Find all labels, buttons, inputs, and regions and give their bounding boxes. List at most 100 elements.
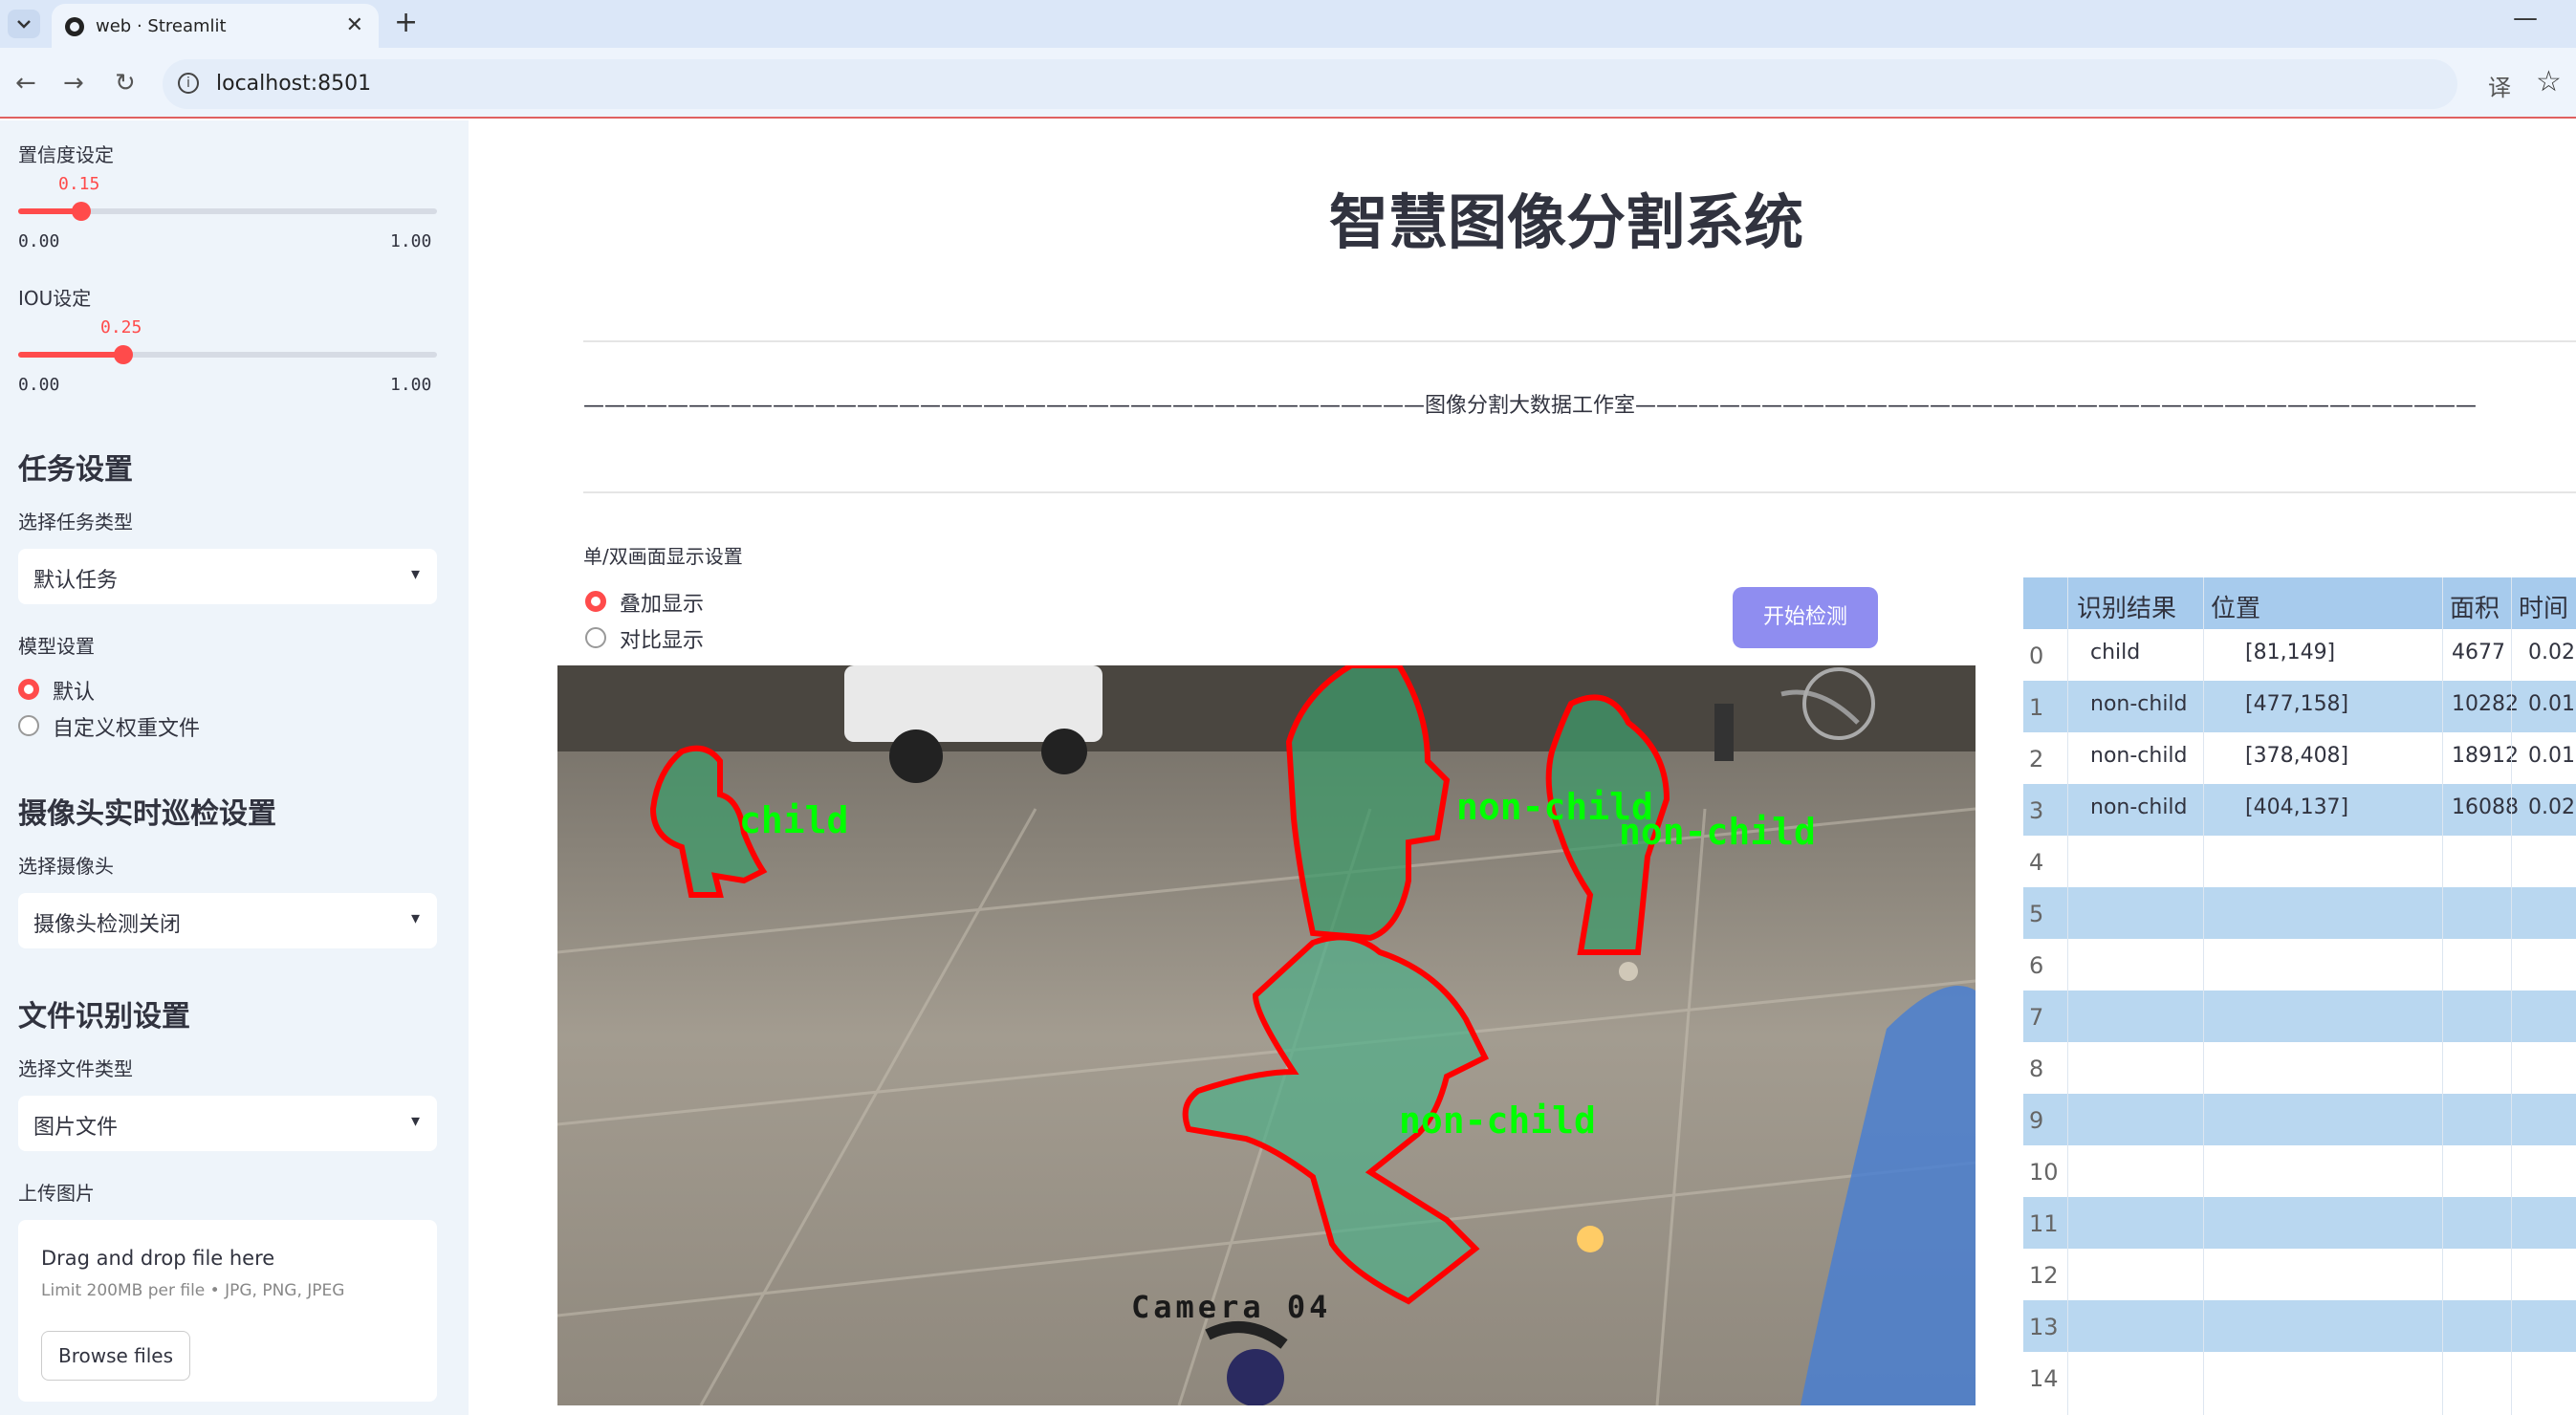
iou-slider-thumb[interactable] (114, 345, 133, 364)
row-index: 4 (2029, 849, 2044, 876)
divider (583, 491, 2576, 493)
cell-area: 10282 (2452, 692, 2519, 716)
minimize-window-icon[interactable]: — (2513, 4, 2538, 33)
upload-label: 上传图片 (18, 1182, 95, 1205)
row-index: 1 (2029, 694, 2044, 721)
chevron-down-icon: ▾ (410, 1111, 420, 1131)
camera-select[interactable]: 摄像头检测关闭 ▾ (18, 893, 437, 948)
table-row[interactable]: 11 (2023, 1197, 2576, 1249)
table-row[interactable]: 4 (2023, 836, 2576, 887)
column-divider (2203, 577, 2204, 1415)
table-row[interactable]: 10 (2023, 1145, 2576, 1197)
detection-label-2: non-child (1619, 811, 1816, 853)
table-row[interactable]: 3 non-child [404,137] 16088 0.02 (2023, 784, 2576, 836)
row-index: 3 (2029, 797, 2044, 824)
row-index: 5 (2029, 901, 2044, 927)
tab-close-icon[interactable]: ✕ (346, 13, 363, 37)
reload-icon[interactable]: ↻ (115, 69, 136, 98)
url-text[interactable]: localhost:8501 (216, 72, 371, 96)
browser-tab[interactable]: web · Streamlit ✕ (52, 4, 379, 48)
model-radio-label: 默认 (53, 681, 96, 705)
table-header-row: 识别结果 位置 面积 时间 (2023, 577, 2576, 629)
results-table[interactable]: 识别结果 位置 面积 时间 0 child [81,149] 4677 0.02 1 non… (2023, 577, 2576, 1415)
radio-unselected-icon (18, 715, 39, 736)
row-index: 2 (2029, 746, 2044, 773)
table-row[interactable]: 6 (2023, 939, 2576, 990)
tab-search-menu[interactable] (8, 10, 40, 38)
table-row[interactable]: 1 non-child [477,158] 10282 0.01 (2023, 681, 2576, 732)
model-settings-label: 模型设置 (18, 635, 95, 658)
file-type-select[interactable]: 图片文件 ▾ (18, 1096, 437, 1151)
row-index: 0 (2029, 642, 2044, 669)
studio-banner: ————————————————————————————————————————… (583, 394, 2478, 418)
bookmark-star-icon[interactable]: ☆ (2536, 65, 2562, 98)
cell-time: 0.02 (2528, 795, 2575, 819)
table-row[interactable]: 14 (2023, 1352, 2576, 1404)
iou-value: 0.25 (100, 317, 142, 337)
file-uploader-dropzone[interactable]: Drag and drop file here Limit 200MB per … (18, 1220, 437, 1402)
new-tab-icon[interactable]: + (394, 6, 418, 39)
tab-title: web · Streamlit (96, 16, 227, 36)
cell-time: 0.01 (2528, 744, 2575, 768)
iou-label: IOU设定 (18, 287, 92, 310)
header-time[interactable]: 时间 (2519, 589, 2568, 624)
cell-area: 18912 (2452, 744, 2519, 768)
radio-selected-icon (18, 679, 39, 700)
task-type-label: 选择任务类型 (18, 511, 133, 533)
iou-min: 0.00 (18, 375, 60, 395)
translate-icon[interactable]: 译 (2488, 69, 2511, 102)
table-row[interactable]: 0 child [81,149] 4677 0.02 (2023, 629, 2576, 681)
detection-label-3: non-child (1399, 1099, 1596, 1142)
row-index: 12 (2029, 1262, 2059, 1289)
confidence-value: 0.15 (58, 174, 100, 194)
confidence-slider-thumb[interactable] (72, 202, 91, 221)
browser-toolbar: ← → ↻ i localhost:8501 译 ☆ (0, 48, 2576, 119)
browse-files-button[interactable]: Browse files (41, 1331, 190, 1381)
iou-slider[interactable] (18, 345, 437, 364)
cell-position: [404,137] (2245, 795, 2349, 819)
start-detection-button[interactable]: 开始检测 (1733, 587, 1878, 648)
cell-result: non-child (2090, 692, 2188, 716)
divider (583, 340, 2576, 342)
row-index: 14 (2029, 1365, 2059, 1392)
header-result[interactable]: 识别结果 (2077, 589, 2176, 624)
table-row[interactable]: 5 (2023, 887, 2576, 939)
address-bar[interactable]: i localhost:8501 (163, 59, 2457, 109)
cell-result: non-child (2090, 795, 2188, 819)
confidence-min: 0.00 (18, 231, 60, 251)
table-row[interactable]: 12 (2023, 1249, 2576, 1300)
confidence-slider[interactable] (18, 202, 437, 221)
table-row[interactable]: 13 (2023, 1300, 2576, 1352)
cell-time: 0.02 (2528, 641, 2575, 664)
row-index: 8 (2029, 1056, 2044, 1082)
display-radio-label: 叠加显示 (620, 593, 705, 617)
site-info-icon[interactable]: i (178, 73, 199, 94)
chevron-down-icon: ▾ (410, 908, 420, 928)
cell-position: [81,149] (2245, 641, 2336, 664)
file-settings-heading: 文件识别设置 (18, 1000, 190, 1034)
column-divider (2442, 577, 2443, 1415)
table-row[interactable]: 7 (2023, 990, 2576, 1042)
back-icon[interactable]: ← (15, 69, 36, 98)
camera-overlay-text: Camera 04 (1131, 1289, 1332, 1325)
cell-position: [477,158] (2245, 692, 2349, 716)
row-index: 7 (2029, 1004, 2044, 1031)
upload-drop-text: Drag and drop file here (41, 1247, 275, 1270)
table-row[interactable]: 9 (2023, 1094, 2576, 1145)
cell-result: child (2090, 641, 2141, 664)
column-divider (2067, 577, 2068, 1415)
upload-limit-text: Limit 200MB per file • JPG, PNG, JPEG (41, 1281, 345, 1300)
row-index: 6 (2029, 952, 2044, 979)
column-divider (2511, 577, 2512, 1415)
table-row[interactable]: 2 non-child [378,408] 18912 0.01 (2023, 732, 2576, 784)
header-position[interactable]: 位置 (2211, 589, 2260, 624)
display-mode-label: 单/双画面显示设置 (583, 545, 743, 568)
row-index: 10 (2029, 1159, 2059, 1186)
cell-time: 0.01 (2528, 692, 2575, 716)
chevron-down-icon (17, 20, 31, 29)
task-type-select[interactable]: 默认任务 ▾ (18, 549, 437, 604)
iou-slider-fill (18, 352, 123, 358)
header-area[interactable]: 面积 (2450, 589, 2500, 624)
table-row[interactable]: 8 (2023, 1042, 2576, 1094)
forward-icon[interactable]: → (63, 69, 84, 98)
